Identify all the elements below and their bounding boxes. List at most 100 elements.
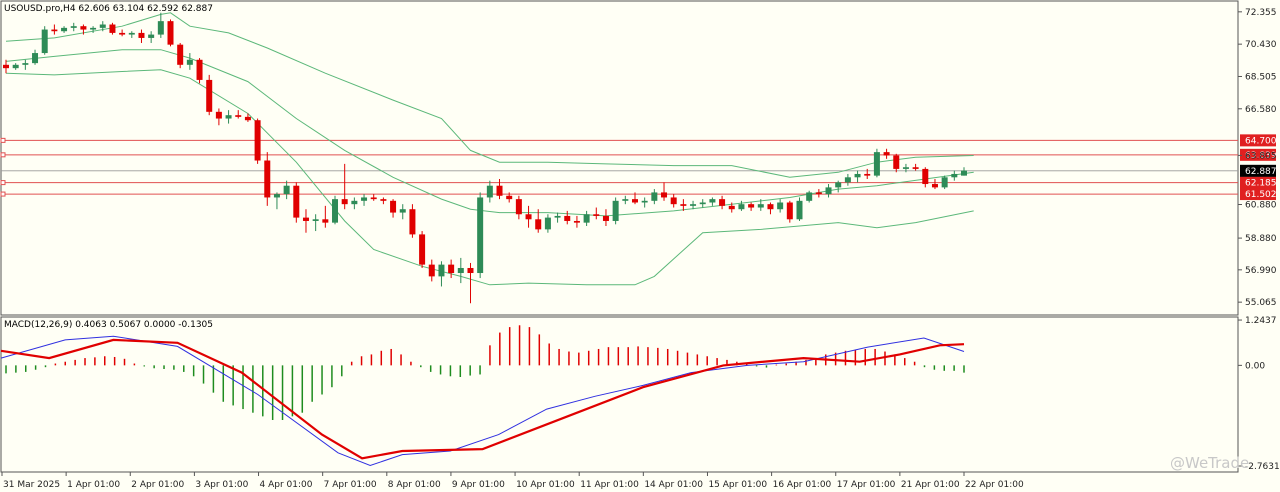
candle-body bbox=[361, 197, 368, 201]
time-tick-label: 21 Apr 01:00 bbox=[901, 480, 960, 490]
candle-body bbox=[786, 202, 793, 220]
candle-body bbox=[283, 185, 290, 195]
candle-body bbox=[196, 59, 203, 80]
time-tick-label: 11 Apr 01:00 bbox=[580, 480, 639, 490]
candle-body bbox=[3, 64, 9, 69]
candle-body bbox=[535, 219, 542, 230]
candle-body bbox=[341, 199, 348, 205]
time-tick-label: 10 Apr 01:00 bbox=[516, 480, 575, 490]
candle-body bbox=[235, 115, 242, 117]
candle-body bbox=[12, 64, 19, 69]
candle-body bbox=[593, 214, 600, 216]
candle-body bbox=[351, 200, 358, 205]
candle-body bbox=[883, 152, 890, 156]
candle-body bbox=[370, 197, 377, 200]
watermark-text: @WeTrade bbox=[1170, 454, 1249, 472]
level-handle[interactable] bbox=[0, 191, 6, 197]
candle-body bbox=[273, 194, 280, 198]
candle-body bbox=[719, 199, 726, 206]
level-handle[interactable] bbox=[0, 137, 6, 143]
candle-body bbox=[757, 204, 764, 208]
macd-panel-frame bbox=[0, 316, 1239, 473]
symbol-header: USOUSD.pro,H4 62.606 63.104 62.592 62.88… bbox=[4, 4, 213, 14]
candle-body bbox=[796, 200, 803, 220]
candle-body bbox=[167, 21, 174, 45]
candle-body bbox=[941, 177, 948, 188]
candle-body bbox=[138, 32, 145, 38]
candle-body bbox=[312, 219, 319, 221]
candle-body bbox=[264, 160, 271, 198]
candle-body bbox=[61, 27, 68, 32]
time-tick-label: 22 Apr 01:00 bbox=[965, 480, 1024, 490]
macd-panel: MACD(12,26,9) 0.4063 0.5067 0.0000 -0.13… bbox=[0, 316, 1280, 473]
candle-body bbox=[51, 29, 58, 32]
level-handle[interactable] bbox=[0, 152, 6, 158]
candle-body bbox=[912, 167, 919, 169]
level-handle[interactable] bbox=[0, 180, 6, 186]
price-tick-label: 56.990 bbox=[1245, 266, 1277, 276]
candle-body bbox=[748, 204, 755, 208]
candle-body bbox=[583, 214, 590, 223]
price-panel-frame bbox=[0, 0, 1239, 316]
price-tick-label: 72.355 bbox=[1245, 8, 1277, 18]
candle-body bbox=[22, 63, 29, 65]
time-tick-label: 31 Mar 2025 bbox=[3, 480, 60, 490]
candle-body bbox=[486, 185, 493, 198]
price-tick-label: 55.065 bbox=[1245, 298, 1277, 308]
candle-body bbox=[961, 170, 967, 176]
candle-body bbox=[148, 34, 155, 38]
candle-body bbox=[457, 267, 464, 274]
candle-body bbox=[302, 217, 309, 221]
candle-body bbox=[622, 199, 629, 201]
macd-header: MACD(12,26,9) 0.4063 0.5067 0.0000 -0.13… bbox=[4, 320, 213, 330]
candle-body bbox=[467, 267, 474, 274]
candle-body bbox=[864, 173, 871, 176]
candle-body bbox=[254, 120, 261, 161]
time-tick-label: 15 Apr 01:00 bbox=[708, 480, 767, 490]
candle-body bbox=[419, 234, 426, 265]
candle-body bbox=[332, 199, 339, 223]
time-tick-label: 17 Apr 01:00 bbox=[837, 480, 896, 490]
candle-body bbox=[544, 217, 551, 230]
candle-body bbox=[119, 32, 126, 35]
price-tick-label: 63.805 bbox=[1245, 151, 1277, 161]
candle-body bbox=[390, 200, 397, 213]
candle-body bbox=[177, 44, 184, 65]
time-axis: 31 Mar 2025 1 Apr 01:00 2 Apr 01:00 3 Apr 0… bbox=[1, 472, 1024, 490]
candle-body bbox=[448, 264, 455, 274]
candle-body bbox=[438, 264, 445, 277]
candle-body bbox=[777, 202, 784, 210]
candle-body bbox=[854, 173, 861, 178]
candle-body bbox=[661, 192, 668, 198]
level-price-label: 62.185 bbox=[1245, 179, 1277, 189]
price-tick-label: 60.880 bbox=[1245, 201, 1277, 211]
candle-body bbox=[612, 200, 619, 221]
time-tick-label: 1 Apr 01:00 bbox=[67, 480, 120, 490]
level-price-label: 64.700 bbox=[1245, 136, 1277, 146]
candle-body bbox=[835, 182, 842, 188]
candle-body bbox=[573, 220, 580, 223]
candle-body bbox=[225, 115, 232, 119]
macd-axis: 1.2437 0.00 -2.7631 bbox=[1238, 316, 1280, 472]
macd-tick-label: 1.2437 bbox=[1245, 316, 1277, 326]
time-tick-label: 9 Apr 01:00 bbox=[452, 480, 505, 490]
level-price-label: 61.502 bbox=[1245, 190, 1277, 200]
time-tick-label: 8 Apr 01:00 bbox=[388, 480, 441, 490]
time-tick-label: 4 Apr 01:00 bbox=[260, 480, 313, 490]
candle-body bbox=[157, 21, 164, 35]
candle-body bbox=[602, 215, 609, 221]
candle-body bbox=[564, 215, 571, 221]
candle-body bbox=[670, 197, 677, 205]
candle-body bbox=[641, 200, 648, 203]
candle-body bbox=[825, 187, 832, 195]
time-tick-label: 14 Apr 01:00 bbox=[644, 480, 703, 490]
candle-body bbox=[293, 185, 300, 218]
candle-body bbox=[902, 167, 909, 169]
candle-body bbox=[186, 59, 193, 65]
price-panel: USOUSD.pro,H4 62.606 63.104 62.592 62.88… bbox=[0, 0, 1277, 316]
current-price-label: 62.887 bbox=[1245, 167, 1277, 177]
macd-tick-label: 0.00 bbox=[1245, 361, 1265, 371]
time-tick-label: 16 Apr 01:00 bbox=[773, 480, 832, 490]
candle-body bbox=[80, 26, 87, 30]
candle-body bbox=[806, 192, 813, 201]
